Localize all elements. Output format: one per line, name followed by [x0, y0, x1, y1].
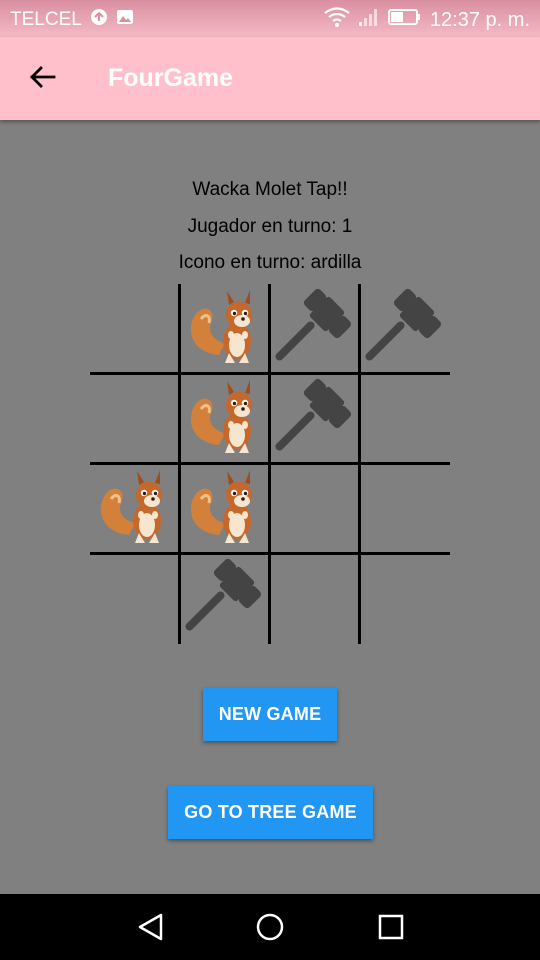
game-title: Wacka Molet Tap!!	[192, 179, 348, 200]
board-cell[interactable]	[90, 554, 180, 644]
squirrel-icon	[187, 467, 263, 552]
home-circle-icon	[255, 913, 285, 946]
status-right: 12:37 p. m.	[324, 7, 530, 33]
new-game-button[interactable]: NEW GAME	[203, 688, 337, 741]
sync-icon	[90, 8, 108, 32]
nav-back-button[interactable]	[136, 912, 166, 942]
wifi-icon	[324, 7, 350, 33]
board-cell[interactable]	[270, 464, 360, 554]
app-title: FourGame	[108, 64, 234, 92]
board-cell[interactable]	[180, 554, 270, 644]
back-button[interactable]	[22, 61, 62, 97]
board-cell[interactable]	[270, 284, 360, 374]
image-notification-icon	[116, 8, 134, 32]
hammer-icon	[185, 557, 265, 642]
board-cell[interactable]	[270, 554, 360, 644]
carrier-label: TELCEL	[10, 9, 82, 30]
board-cell[interactable]	[90, 464, 180, 554]
tree-game-button[interactable]: GO TO TREE GAME	[168, 786, 373, 839]
board-cell[interactable]	[180, 284, 270, 374]
app-bar: FourGame	[0, 37, 540, 120]
status-bar: TELCEL 12:37 p. m.	[0, 0, 540, 37]
squirrel-icon	[187, 377, 263, 462]
board-cell[interactable]	[360, 284, 450, 374]
status-left: TELCEL	[10, 8, 134, 32]
hammer-icon	[275, 377, 355, 462]
back-triangle-icon	[136, 913, 166, 946]
arrow-left-icon	[28, 65, 56, 94]
board-cell[interactable]	[360, 464, 450, 554]
squirrel-icon	[187, 287, 263, 372]
board-cell[interactable]	[180, 374, 270, 464]
game-board	[90, 284, 450, 644]
board-cell[interactable]	[360, 554, 450, 644]
recents-square-icon	[376, 914, 406, 946]
nav-recents-button[interactable]	[376, 912, 406, 942]
clock: 12:37 p. m.	[429, 8, 530, 31]
signal-icon	[358, 7, 380, 33]
hammer-icon	[275, 287, 355, 372]
hammer-icon	[365, 287, 445, 372]
player-turn-label: Jugador en turno: 1	[187, 216, 353, 237]
board-cell[interactable]	[180, 464, 270, 554]
board-cell[interactable]	[270, 374, 360, 464]
board-cell[interactable]	[90, 374, 180, 464]
battery-icon	[387, 8, 422, 32]
icon-turn-label: Icono en turno: ardilla	[178, 252, 362, 273]
board-cell[interactable]	[90, 284, 180, 374]
navigation-bar	[0, 894, 540, 960]
nav-home-button[interactable]	[255, 912, 285, 942]
board-cell[interactable]	[360, 374, 450, 464]
squirrel-icon	[97, 467, 173, 552]
